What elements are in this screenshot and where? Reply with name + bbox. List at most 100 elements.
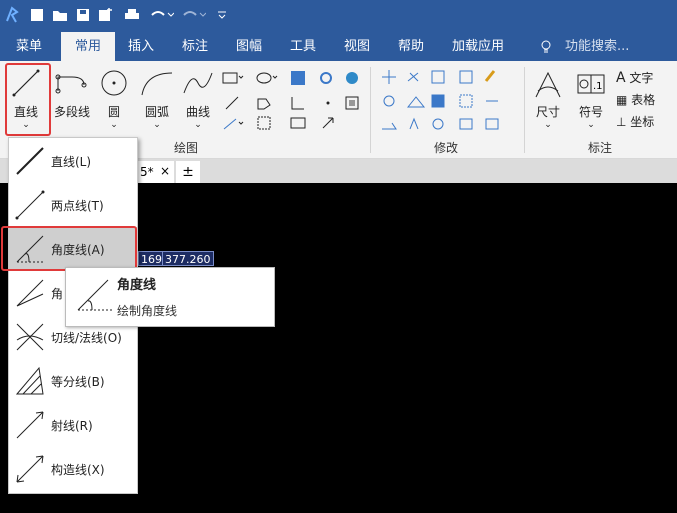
chevron-down-icon: ⌄: [194, 120, 202, 130]
close-icon[interactable]: ×: [160, 164, 170, 178]
chevron-down-icon: ⌄: [544, 120, 552, 130]
menu-item-label: 等分线(B): [51, 375, 105, 389]
print-icon[interactable]: [124, 8, 140, 22]
divide-line-icon: [15, 366, 44, 395]
chevron-down-icon: ⌄: [110, 120, 118, 130]
modify-tools: [380, 69, 520, 135]
chevron-down-icon: ⌄: [153, 120, 161, 130]
menu-item-construction-line[interactable]: 构造线(X): [9, 447, 137, 491]
arc-button[interactable]: 圆弧 ⌄: [138, 69, 176, 130]
coordinate-icon: ⊥: [616, 115, 627, 129]
redo-icon[interactable]: [182, 8, 206, 22]
text-button[interactable]: A 文字: [616, 69, 676, 87]
customize-quick-access-icon[interactable]: [218, 10, 226, 20]
tab-annotate[interactable]: 标注: [182, 32, 208, 61]
menu-item-label: 构造线(X): [51, 463, 105, 477]
menu-item-ray[interactable]: 射线(R): [9, 403, 137, 447]
tab-tools[interactable]: 工具: [290, 32, 316, 61]
menu-item-divide-line[interactable]: 等分线(B): [9, 359, 137, 403]
frame-icon[interactable]: [344, 95, 360, 111]
separator: [524, 67, 525, 153]
document-tab-name: 5*: [140, 165, 154, 179]
table-button[interactable]: ▦ 表格: [616, 91, 676, 109]
document-tab[interactable]: 5* ×: [136, 161, 174, 183]
save-icon[interactable]: [76, 8, 90, 22]
two-point-line-icon: [15, 190, 45, 220]
arc-icon: [141, 72, 173, 96]
construction-line-icon[interactable]: [222, 117, 244, 131]
polyline-label: 多段线: [53, 105, 90, 119]
tooltip-title: 角度线: [117, 278, 157, 293]
line-icon: [16, 147, 44, 175]
coordinate-y-readout: 377.260: [162, 251, 214, 266]
title-bar: [0, 0, 677, 32]
tooltip-description: 绘制角度线: [117, 304, 178, 318]
app-logo-icon: [4, 6, 20, 24]
lightbulb-icon: [540, 40, 552, 54]
text-icon: A: [616, 70, 626, 86]
construction-line-icon: [16, 455, 44, 483]
tab-view[interactable]: 视图: [344, 32, 370, 61]
curve-button[interactable]: 曲线 ⌄: [180, 69, 216, 130]
arrow-cursor-icon[interactable]: [320, 115, 336, 131]
menu-item-label: 切线/法线(O): [51, 331, 122, 345]
point-icon[interactable]: [320, 95, 336, 111]
menu-item-label: 射线(R): [51, 419, 93, 433]
curve-icon: [183, 72, 213, 94]
rectangle-icon[interactable]: [222, 71, 244, 85]
menu-item-label: 两点线(T): [51, 199, 104, 213]
new-tab-button[interactable]: ±: [176, 161, 200, 183]
region-icon[interactable]: [256, 115, 272, 131]
modify-group-label: 修改: [434, 141, 459, 155]
svg-text:.1: .1: [593, 81, 603, 92]
hatch-icon[interactable]: [290, 70, 306, 86]
chevron-down-icon: ⌄: [587, 120, 595, 130]
coordinate-x-readout: 169: [138, 251, 165, 266]
dimension-button[interactable]: 尺寸 ⌄: [530, 69, 566, 131]
text-label: 文字: [629, 71, 654, 85]
polygon-icon[interactable]: [256, 95, 272, 111]
menu-item-line[interactable]: 直线(L): [9, 139, 137, 183]
menu-item-two-point-line[interactable]: 两点线(T): [9, 183, 137, 227]
new-file-icon[interactable]: [30, 8, 44, 22]
coordinate-button[interactable]: ⊥ 坐标: [616, 113, 676, 131]
curve-label: 曲线: [185, 105, 210, 119]
save-all-icon[interactable]: [98, 7, 114, 23]
angle-icon[interactable]: [290, 95, 306, 111]
table-label: 表格: [631, 93, 656, 107]
dimension-icon: [535, 71, 561, 98]
ellipse-icon[interactable]: [256, 71, 278, 85]
circle-button[interactable]: 圆 ⌄: [98, 69, 130, 130]
tab-insert[interactable]: 插入: [128, 32, 154, 61]
menu-item-label: 直线(L): [51, 155, 92, 169]
polyline-button[interactable]: 多段线: [52, 69, 92, 129]
symbol-label: 符号: [578, 105, 603, 119]
symbol-button[interactable]: .1 符号 ⌄: [574, 69, 608, 131]
tab-load-app[interactable]: 加载应用: [452, 32, 504, 61]
menu-bar: 菜单 常用 插入 标注 图幅 工具 视图 帮助 加载应用 功能搜索...: [0, 32, 677, 61]
dimension-label: 尺寸: [535, 105, 560, 119]
menu-item-label: 角: [51, 287, 64, 301]
arc-label: 圆弧: [144, 105, 169, 119]
tangent-normal-icon: [16, 323, 44, 351]
add-tab-icon: ±: [182, 164, 194, 180]
undo-icon[interactable]: [150, 8, 174, 22]
angle-line-icon: [77, 279, 112, 311]
polyline-icon: [55, 74, 87, 94]
separator: [370, 67, 371, 153]
tab-common[interactable]: 常用: [61, 32, 116, 61]
feature-search-input[interactable]: 功能搜索...: [565, 32, 629, 61]
coordinate-label: 坐标: [630, 115, 655, 129]
slash-line-icon[interactable]: [224, 95, 240, 111]
circle-icon: [101, 70, 127, 96]
ray-icon: [16, 411, 44, 439]
tab-help[interactable]: 帮助: [398, 32, 424, 61]
block-icon[interactable]: [344, 70, 360, 86]
tab-menu[interactable]: 菜单: [16, 32, 42, 61]
gear-shape-icon[interactable]: [318, 70, 334, 86]
table-icon: ▦: [616, 93, 628, 107]
open-folder-icon[interactable]: [52, 8, 68, 22]
angle-bisector-icon: [16, 279, 44, 307]
image-icon[interactable]: [290, 115, 308, 131]
tab-drawing-frame[interactable]: 图幅: [236, 32, 262, 61]
